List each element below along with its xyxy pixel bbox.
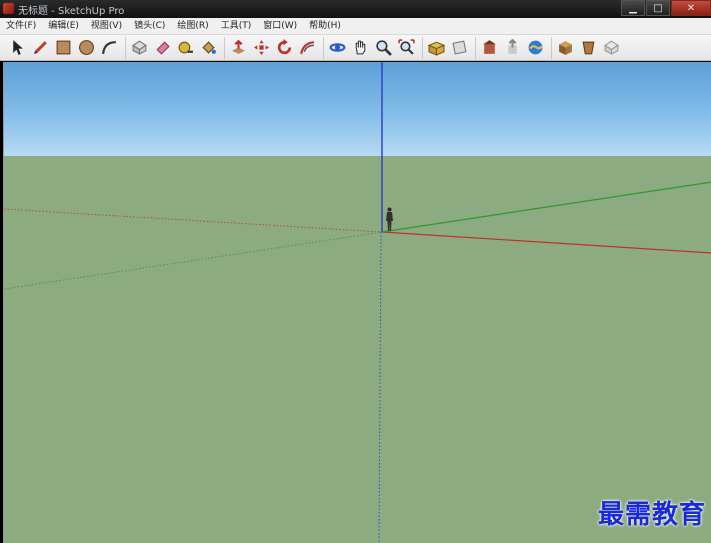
camera-tools-group xyxy=(323,36,420,59)
menu-camera[interactable]: 镜头(C) xyxy=(128,18,171,34)
window-controls: ▁ □ ✕ xyxy=(620,0,711,18)
maximize-button[interactable]: □ xyxy=(646,0,670,16)
menu-bar: 文件(F) 编辑(E) 视图(V) 镜头(C) 绘图(R) 工具(T) 窗口(W… xyxy=(0,18,711,35)
menu-help[interactable]: 帮助(H) xyxy=(303,18,347,34)
zoom-icon[interactable] xyxy=(373,37,394,58)
menu-draw[interactable]: 绘图(R) xyxy=(171,18,214,34)
rectangle-icon[interactable] xyxy=(53,37,74,58)
select-icon[interactable] xyxy=(7,37,28,58)
pencil-icon[interactable] xyxy=(30,37,51,58)
blue-axis-negative xyxy=(378,231,382,543)
google-earth-icon[interactable] xyxy=(525,37,546,58)
share-model-icon[interactable] xyxy=(502,37,523,58)
red-axis-positive xyxy=(381,231,711,254)
green-axis-positive xyxy=(381,181,711,233)
make-component-icon[interactable] xyxy=(129,37,150,58)
tape-measure-icon[interactable] xyxy=(175,37,196,58)
title-bar: 无标题 - SketchUp Pro ▁ □ ✕ xyxy=(0,0,711,18)
menu-tools[interactable]: 工具(T) xyxy=(215,18,258,34)
push-pull-icon[interactable] xyxy=(228,37,249,58)
menu-view[interactable]: 视图(V) xyxy=(85,18,128,34)
section-plane-icon[interactable] xyxy=(449,37,470,58)
red-axis-negative xyxy=(4,208,383,233)
follow-me-icon[interactable] xyxy=(297,37,318,58)
close-button[interactable]: ✕ xyxy=(671,0,711,16)
rotate-icon[interactable] xyxy=(274,37,295,58)
orbit-icon[interactable] xyxy=(327,37,348,58)
drawing-viewport[interactable]: 最需教育 xyxy=(3,62,711,543)
watermark-text: 最需教育 xyxy=(597,500,706,530)
component-tools-group xyxy=(551,36,625,59)
sketchup-app-icon[interactable] xyxy=(3,3,14,14)
menu-window[interactable]: 窗口(W) xyxy=(257,18,303,34)
styles-icon[interactable] xyxy=(601,37,622,58)
warehouse-tools-group xyxy=(475,36,549,59)
pan-icon[interactable] xyxy=(350,37,371,58)
modify-tools-group xyxy=(224,36,321,59)
move-icon[interactable] xyxy=(251,37,272,58)
get-models-icon[interactable] xyxy=(479,37,500,58)
paint-bucket-icon[interactable] xyxy=(198,37,219,58)
green-axis-negative xyxy=(4,231,383,290)
circle-icon[interactable] xyxy=(76,37,97,58)
menu-edit[interactable]: 编辑(E) xyxy=(42,18,85,34)
main-toolbar xyxy=(0,35,711,61)
model-axes xyxy=(4,62,711,543)
edit-tools-group xyxy=(125,36,222,59)
minimize-button[interactable]: ▁ xyxy=(621,0,645,16)
window-title: 无标题 - SketchUp Pro xyxy=(18,6,125,17)
drawing-tools-group xyxy=(4,37,123,59)
arc-icon[interactable] xyxy=(99,37,120,58)
top-view-icon[interactable] xyxy=(426,37,447,58)
extension-warehouse-icon[interactable] xyxy=(578,37,599,58)
person-figure[interactable] xyxy=(385,207,394,232)
zoom-extents-icon[interactable] xyxy=(396,37,417,58)
components-icon[interactable] xyxy=(555,37,576,58)
menu-file[interactable]: 文件(F) xyxy=(0,18,42,34)
section-tools-group xyxy=(422,36,473,59)
eraser-icon[interactable] xyxy=(152,37,173,58)
